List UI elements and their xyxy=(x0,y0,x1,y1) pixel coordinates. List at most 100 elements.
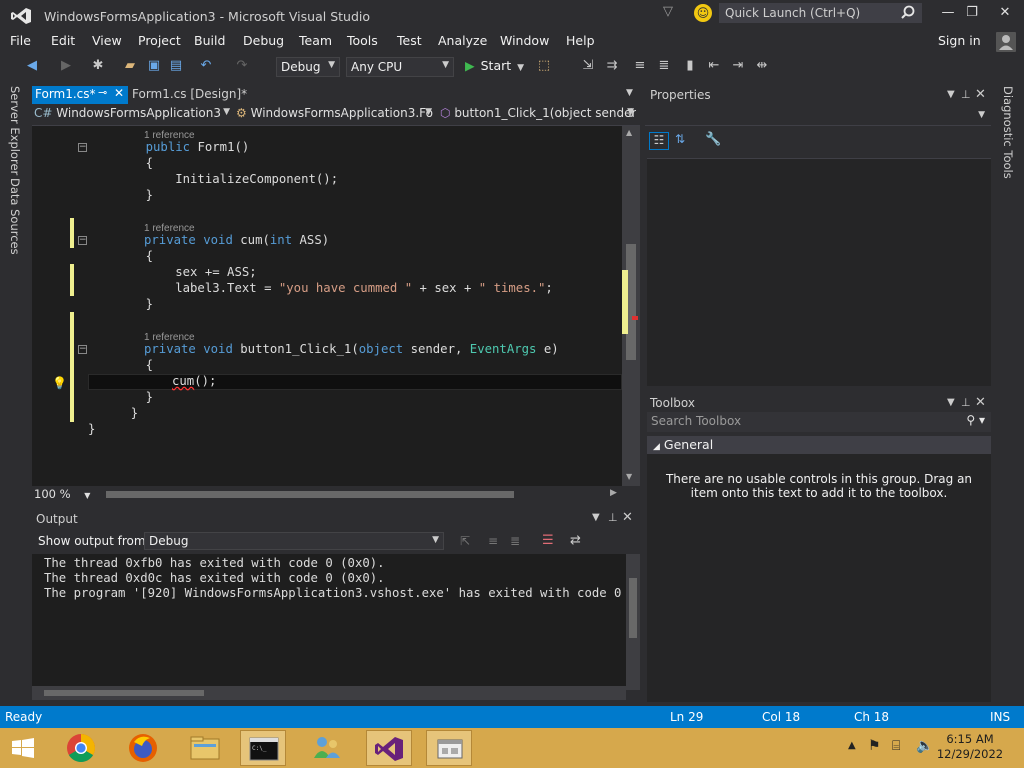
network-taskbar-item[interactable] xyxy=(304,730,350,766)
undo-icon[interactable]: ↶ xyxy=(198,58,214,74)
comment-lines-icon[interactable]: ≡ xyxy=(632,58,648,74)
menu-team[interactable]: Team xyxy=(299,33,332,48)
zoom-level-select[interactable]: 100 % ▼ xyxy=(34,487,90,501)
visual-studio-taskbar-item[interactable] xyxy=(366,730,412,766)
panel-menu-icon[interactable]: ▼ xyxy=(592,512,600,523)
step-over-icon[interactable]: ⇉ xyxy=(604,58,620,74)
collapse-region-icon[interactable]: − xyxy=(78,345,87,354)
word-wrap-icon[interactable]: ⇄ xyxy=(570,533,581,548)
close-icon[interactable]: ✕ xyxy=(622,510,633,525)
pin-icon[interactable]: ⊸ xyxy=(98,86,107,99)
scroll-up-icon[interactable]: ▲ xyxy=(626,128,632,137)
next-bookmark-icon[interactable]: ⇥ xyxy=(730,58,746,74)
new-project-icon[interactable]: ✱ xyxy=(90,58,106,74)
menu-tools[interactable]: Tools xyxy=(347,33,378,48)
pin-icon[interactable]: ⊥ xyxy=(961,396,971,409)
next-message-icon[interactable]: ≣ xyxy=(510,534,520,548)
step-into-icon[interactable]: ⇲ xyxy=(580,58,596,74)
menu-window[interactable]: Window xyxy=(500,33,549,48)
split-editor-icon[interactable]: ⇕ xyxy=(626,106,636,120)
output-vertical-scrollbar[interactable] xyxy=(626,554,640,690)
solution-platform-select[interactable]: Any CPU ▼ xyxy=(346,57,454,77)
scroll-thumb[interactable] xyxy=(44,690,204,696)
menu-help[interactable]: Help xyxy=(566,33,595,48)
menu-project[interactable]: Project xyxy=(138,33,181,48)
lightbulb-quick-action-icon[interactable]: 💡 xyxy=(52,376,67,390)
system-clock[interactable]: 6:15 AM 12/29/2022 xyxy=(930,732,1010,762)
code-editor[interactable]: − − − 💡 1 reference public Form1() { Ini… xyxy=(32,126,622,486)
toolbox-search-input[interactable]: Search Toolbox ⚲ ▾ xyxy=(647,412,991,432)
properties-grid[interactable] xyxy=(647,158,991,386)
sign-in-link[interactable]: Sign in xyxy=(938,33,981,48)
restore-button[interactable]: ❐ xyxy=(962,5,982,23)
panel-menu-icon[interactable]: ▼ xyxy=(947,397,955,408)
toolbox-items-area[interactable]: There are no usable controls in this gro… xyxy=(647,454,991,702)
feedback-smiley-icon[interactable]: ☺ xyxy=(694,4,712,22)
properties-object-select[interactable]: ▼ xyxy=(645,108,991,126)
menu-analyze[interactable]: Analyze xyxy=(438,33,487,48)
menu-build[interactable]: Build xyxy=(194,33,225,48)
browser-link-icon[interactable]: ⬚ xyxy=(536,58,552,74)
network-icon[interactable]: ⌸ xyxy=(892,738,900,754)
open-file-icon[interactable]: ▰ xyxy=(122,58,138,74)
scroll-down-icon[interactable]: ▼ xyxy=(626,472,632,481)
output-text-area[interactable]: The thread 0xfb0 has exited with code 0 … xyxy=(32,554,626,690)
action-center-flag-icon[interactable]: ⚑ xyxy=(868,738,881,754)
pin-icon[interactable]: ⊥ xyxy=(961,88,971,101)
show-hidden-icons-icon[interactable]: ▲ xyxy=(848,740,856,751)
save-icon[interactable]: ▣ xyxy=(146,58,162,74)
app-taskbar-item[interactable] xyxy=(426,730,472,766)
redo-icon[interactable]: ↷ xyxy=(234,58,250,74)
server-explorer-tab[interactable]: Server Explorer xyxy=(8,86,22,175)
property-pages-icon[interactable]: 🔧 xyxy=(705,132,721,147)
close-icon[interactable]: ✕ xyxy=(975,87,986,102)
collapse-region-icon[interactable]: − xyxy=(78,143,87,152)
save-all-icon[interactable]: ▤ xyxy=(168,58,184,74)
command-prompt-taskbar-item[interactable]: C:\_ xyxy=(240,730,286,766)
minimize-button[interactable]: — xyxy=(938,5,958,23)
scroll-thumb[interactable] xyxy=(629,578,637,638)
project-dropdown[interactable]: C# WindowsFormsApplication3 ▼ xyxy=(34,106,232,124)
tab-overflow-chevron-icon[interactable]: ▼ xyxy=(626,88,633,98)
quick-launch-input[interactable]: Quick Launch (Ctrl+Q) xyxy=(719,3,922,23)
clear-bookmarks-icon[interactable]: ⇹ xyxy=(754,58,770,74)
menu-test[interactable]: Test xyxy=(397,33,422,48)
tab-form1-design[interactable]: Form1.cs [Design]* xyxy=(132,87,247,101)
uncomment-lines-icon[interactable]: ≣ xyxy=(656,58,672,74)
chrome-taskbar-item[interactable] xyxy=(58,730,104,766)
firefox-taskbar-item[interactable] xyxy=(120,730,166,766)
menu-view[interactable]: View xyxy=(92,33,122,48)
prev-bookmark-icon[interactable]: ⇤ xyxy=(706,58,722,74)
account-avatar-icon[interactable] xyxy=(996,32,1016,52)
prev-message-icon[interactable]: ≡ xyxy=(488,534,498,548)
start-menu-button[interactable] xyxy=(0,730,46,766)
clear-all-icon[interactable]: ☰ xyxy=(542,533,554,548)
pin-icon[interactable]: ⊥ xyxy=(608,511,618,524)
menu-edit[interactable]: Edit xyxy=(51,33,75,48)
codelens-reference[interactable]: 1 reference xyxy=(144,220,195,234)
member-dropdown[interactable]: ⬡ button1_Click_1(object sender, ▼ xyxy=(440,106,636,124)
find-message-icon[interactable]: ⇱ xyxy=(460,534,470,548)
class-dropdown[interactable]: ⚙ WindowsFormsApplication3.Fo ▼ xyxy=(236,106,434,124)
editor-vertical-scrollbar[interactable]: ▲ ▼ xyxy=(622,126,640,486)
codelens-reference[interactable]: 1 reference xyxy=(144,329,195,343)
file-explorer-taskbar-item[interactable] xyxy=(182,730,228,766)
close-tab-icon[interactable]: ✕ xyxy=(114,86,124,100)
navigate-forward-icon[interactable]: ▶ xyxy=(58,58,74,74)
output-source-select[interactable]: Debug ▼ xyxy=(144,532,444,550)
panel-menu-icon[interactable]: ▼ xyxy=(947,89,955,100)
alphabetical-icon[interactable]: ⇅ xyxy=(675,132,685,146)
codelens-reference[interactable]: 1 reference xyxy=(144,127,195,141)
solution-configuration-select[interactable]: Debug ▼ xyxy=(276,57,340,77)
horizontal-scroll-thumb[interactable] xyxy=(106,491,514,498)
diagnostic-tools-tab[interactable]: Diagnostic Tools xyxy=(1001,86,1015,179)
bookmark-icon[interactable]: ▮ xyxy=(682,58,698,74)
start-button[interactable]: ▶ Start ▼ xyxy=(465,58,524,73)
data-sources-tab[interactable]: Data Sources xyxy=(8,178,22,255)
notification-filter-icon[interactable]: ▽ xyxy=(663,4,677,20)
scroll-right-icon[interactable]: ▶ xyxy=(610,488,617,498)
output-horizontal-scrollbar[interactable] xyxy=(32,686,626,700)
close-button[interactable]: ✕ xyxy=(995,5,1015,23)
menu-debug[interactable]: Debug xyxy=(243,33,284,48)
collapse-region-icon[interactable]: − xyxy=(78,236,87,245)
